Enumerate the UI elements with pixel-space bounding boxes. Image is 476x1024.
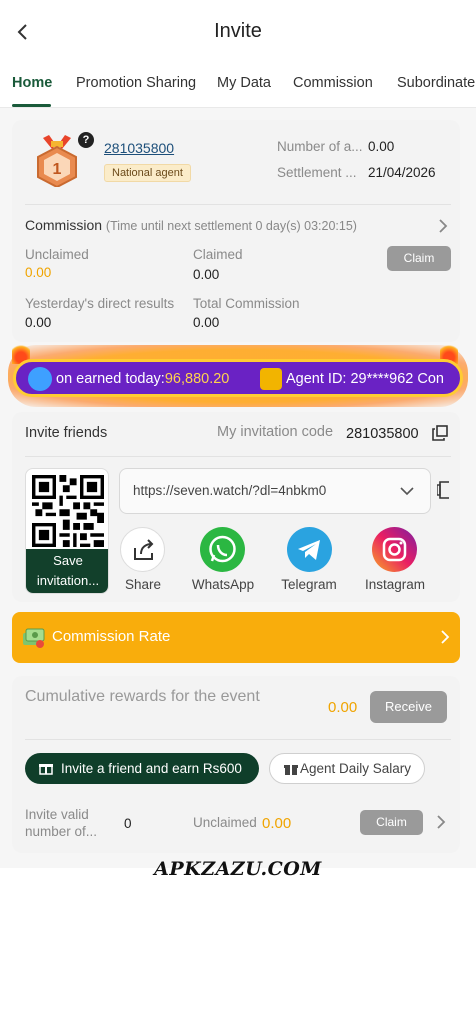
trophy-icon: [28, 367, 52, 391]
total-commission-value: 0.00: [193, 315, 220, 330]
settlement-value: 21/04/2026: [368, 165, 436, 180]
unclaimed-value: 0.00: [25, 265, 52, 280]
whatsapp-icon: [209, 535, 236, 563]
claimed-label: Claimed: [193, 247, 243, 262]
commission-label: Commission: [25, 217, 103, 233]
gift-icon: [284, 765, 298, 775]
chevron-right-icon[interactable]: [436, 219, 450, 233]
commission-title[interactable]: Commission (Time until next settlement 0…: [25, 217, 357, 233]
agent-daily-salary-button[interactable]: Agent Daily Salary: [269, 753, 425, 784]
invitation-code-label: My invitation code: [217, 424, 334, 440]
claim-commission-button[interactable]: Claim: [387, 246, 451, 271]
number-value: 0.00: [368, 139, 395, 154]
tab-home[interactable]: Home: [12, 75, 52, 91]
cumulative-rewards-title: Cumulative rewards for the event: [25, 688, 260, 705]
telegram-label: Telegram: [281, 577, 337, 592]
cumulative-rewards-value: 0.00: [328, 699, 358, 716]
invite-valid-label: Invite valid number of...: [25, 807, 98, 839]
divider: [25, 204, 451, 205]
divider: [25, 739, 451, 740]
agent-id[interactable]: 281035800: [104, 140, 174, 156]
agent-daily-salary-label: Agent Daily Salary: [300, 761, 412, 776]
earned-today-value: 96,880.20: [164, 371, 230, 387]
whatsapp-button[interactable]: [200, 527, 245, 572]
invite-friends-title: Invite friends: [25, 425, 108, 441]
invite-link-select[interactable]: https://seven.watch/?dl=4nbkm0: [119, 468, 431, 514]
receive-button[interactable]: Receive: [370, 691, 447, 723]
earned-today-label: on earned today:: [56, 371, 165, 387]
tab-promotion-sharing[interactable]: Promotion Sharing: [76, 75, 196, 91]
tab-subordinate[interactable]: Subordinate: [397, 75, 475, 91]
yesterday-value: 0.00: [25, 315, 52, 330]
settlement-countdown: (Time until next settlement 0 day(s) 03:…: [105, 219, 357, 233]
earned-today-text: on earned today:96,880.20: [56, 371, 229, 387]
qr-code-icon: [32, 475, 104, 547]
yesterday-label: Yesterday's direct results: [25, 296, 175, 311]
level-medal-icon: 1: [37, 135, 77, 187]
chevron-right-icon: [441, 630, 450, 644]
whatsapp-label: WhatsApp: [191, 577, 255, 592]
rewards-unclaimed-label: Unclaimed: [193, 815, 257, 830]
agent-level-badge: National agent: [104, 164, 191, 182]
earnings-marquee: on earned today:96,880.20 Agent ID: 29**…: [13, 359, 463, 397]
rewards-unclaimed-value: 0.00: [262, 815, 292, 832]
level-number: 1: [53, 161, 62, 178]
share-label: Share: [124, 577, 162, 592]
copy-link-icon[interactable]: [437, 481, 449, 499]
commission-rate-button[interactable]: Commission Rate: [12, 612, 460, 663]
share-icon: [134, 539, 154, 560]
header: Invite: [0, 0, 476, 62]
agent-marquee-text: Agent ID: 29****962 Con: [286, 371, 444, 387]
invite-valid-value: 0: [124, 816, 132, 831]
commission-rate-label: Commission Rate: [52, 628, 171, 645]
page-title: Invite: [214, 20, 262, 42]
divider: [25, 456, 451, 457]
settlement-label: Settlement ...: [277, 165, 357, 180]
instagram-icon: [382, 537, 407, 562]
telegram-icon: [298, 540, 320, 560]
instagram-button[interactable]: [372, 527, 417, 572]
unclaimed-label: Unclaimed: [25, 247, 89, 262]
gift-icon: [260, 368, 282, 390]
invite-friend-earn-label: Invite a friend and earn Rs600: [61, 761, 242, 776]
invitation-code-value: 281035800: [346, 426, 419, 442]
save-invitation-button[interactable]: Save invitation...: [26, 549, 108, 593]
watermark: APKZAZU.COM: [154, 858, 322, 880]
chevron-down-icon: [400, 487, 414, 496]
active-tab-indicator: [12, 104, 51, 107]
claim-rewards-button[interactable]: Claim: [360, 810, 423, 835]
chevron-right-icon[interactable]: [434, 815, 448, 829]
copy-icon[interactable]: [432, 425, 448, 441]
number-label: Number of a...: [277, 139, 363, 154]
tab-my-data[interactable]: My Data: [217, 75, 271, 91]
qr-code-card[interactable]: Save invitation...: [25, 468, 109, 594]
tab-commission[interactable]: Commission: [293, 75, 373, 91]
money-icon: [23, 628, 45, 648]
invite-friend-earn-button[interactable]: Invite a friend and earn Rs600: [25, 753, 259, 784]
share-button[interactable]: [120, 527, 165, 572]
claimed-value: 0.00: [193, 267, 220, 282]
gift-icon: [39, 764, 53, 775]
invite-link-value: https://seven.watch/?dl=4nbkm0: [133, 483, 327, 498]
help-icon[interactable]: ?: [78, 132, 94, 148]
total-commission-label: Total Commission: [193, 296, 300, 311]
telegram-button[interactable]: [287, 527, 332, 572]
instagram-label: Instagram: [364, 577, 426, 592]
tab-bar: Home Promotion Sharing My Data Commissio…: [0, 62, 476, 108]
